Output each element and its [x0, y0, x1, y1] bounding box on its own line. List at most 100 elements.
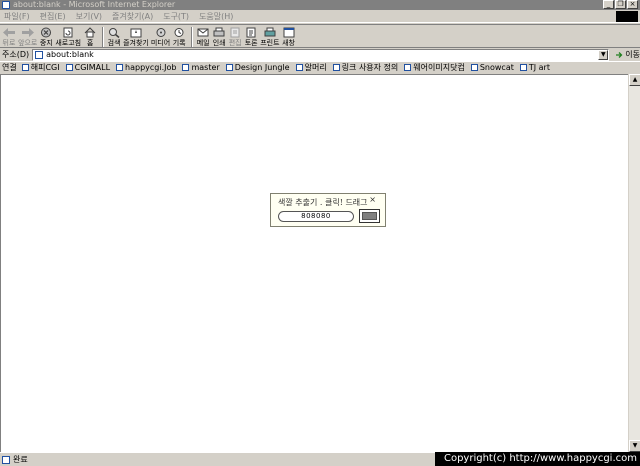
back-arrow-icon [3, 28, 15, 37]
link-page-icon [225, 64, 233, 71]
new-window-button[interactable]: 새창 [282, 25, 296, 48]
search-button[interactable]: 검색 [107, 25, 121, 48]
scroll-up-button[interactable]: ▲ [629, 74, 640, 86]
go-label: 이동 [625, 50, 640, 59]
menu-bar: 파일(F) 편집(E) 보기(V) 즐겨찾기(A) 도구(T) 도움말(H) [0, 10, 640, 23]
edit-button[interactable]: 편집 [228, 25, 242, 48]
stop-label: 중지 [39, 39, 53, 47]
color-swatch [362, 212, 377, 220]
discuss-icon [246, 27, 256, 38]
link-item[interactable]: 웨어이미지닷컴 [404, 62, 465, 73]
address-value: about:blank [46, 50, 94, 59]
link-item[interactable]: happycgi.Job [116, 63, 176, 72]
media-icon [156, 28, 166, 37]
mail-icon [197, 28, 209, 37]
minimize-button[interactable]: _ [603, 0, 614, 9]
color-swatch-button[interactable] [359, 209, 380, 223]
home-icon [84, 27, 96, 38]
link-label: 웨어이미지닷컴 [413, 63, 465, 72]
refresh-button[interactable]: 새로고침 [55, 25, 81, 48]
history-label: 기록 [172, 39, 186, 47]
discuss-label: 토론 [244, 39, 258, 47]
title-bar: about:blank - Microsoft Internet Explore… [0, 0, 640, 10]
back-label: 뒤로 [2, 39, 16, 47]
print-icon [213, 27, 225, 37]
menu-view[interactable]: 보기(V) [76, 11, 102, 22]
home-button[interactable]: 홈 [83, 25, 97, 48]
media-button[interactable]: 미디어 [151, 25, 170, 48]
widget-title: 색깔 추출기 . 클릭! 드래그 [278, 198, 368, 207]
menu-help[interactable]: 도움말(H) [199, 11, 233, 22]
back-button[interactable]: 뒤로 [2, 25, 16, 48]
standard-toolbar: 뒤로 앞으로 중지 새로고침 홈 검색 즐겨찾기 미디어 기록 메일 인쇄 편집… [0, 24, 640, 48]
page-viewport[interactable] [0, 74, 628, 452]
close-button[interactable]: × [627, 0, 638, 9]
link-item[interactable]: 링크 사용자 정의 [332, 62, 399, 73]
restore-button[interactable]: ❐ [615, 0, 626, 9]
mail-label: 메일 [196, 39, 210, 47]
menu-edit[interactable]: 편집(E) [40, 11, 66, 22]
links-bar: 연결 해피CGI CGIMALL happycgi.Job master Des… [0, 61, 640, 73]
link-label: 해피CGI [30, 63, 60, 72]
widget-close-button[interactable]: × [369, 195, 376, 204]
favorites-icon [130, 28, 142, 38]
edit-label: 편집 [228, 39, 242, 47]
link-item[interactable]: master [182, 63, 220, 72]
forward-arrow-icon [21, 28, 34, 37]
scroll-down-button[interactable]: ▼ [629, 440, 640, 452]
toolbar-separator [102, 27, 105, 47]
link-label: TJ art [528, 63, 550, 72]
discuss-button[interactable]: 토론 [244, 25, 258, 48]
color-value-field[interactable]: 808080 [278, 211, 354, 222]
stop-button[interactable]: 중지 [39, 25, 53, 48]
printer-button[interactable]: 프린트 [260, 25, 280, 48]
link-page-icon [21, 64, 29, 71]
windows-logo-icon [616, 11, 638, 22]
stop-icon [41, 27, 52, 38]
status-text: 완료 [13, 455, 28, 464]
menu-file[interactable]: 파일(F) [4, 11, 30, 22]
address-input[interactable]: about:blank ▼ [32, 48, 610, 61]
favorites-button[interactable]: 즐겨찾기 [123, 25, 149, 48]
go-arrow-icon [616, 51, 623, 58]
new-window-icon [283, 27, 295, 38]
address-dropdown-button[interactable]: ▼ [598, 49, 609, 60]
link-item[interactable]: 알머리 [295, 62, 327, 73]
address-bar: 주소(D) about:blank ▼ 이동 [0, 48, 640, 61]
forward-label: 앞으로 [18, 39, 38, 47]
mail-button[interactable]: 메일 [196, 25, 210, 48]
edit-icon [230, 27, 240, 38]
links-label: 연결 [2, 63, 17, 72]
color-picker-widget[interactable]: 색깔 추출기 . 클릭! 드래그 × 808080 [270, 193, 386, 227]
menu-tools[interactable]: 도구(T) [163, 11, 189, 22]
link-label: 링크 사용자 정의 [341, 63, 399, 72]
link-item[interactable]: 해피CGI [21, 62, 60, 73]
link-page-icon [519, 64, 527, 71]
window-title: about:blank - Microsoft Internet Explore… [13, 0, 176, 9]
menu-favorites[interactable]: 즐겨찾기(A) [112, 11, 153, 22]
refresh-label: 새로고침 [55, 39, 82, 47]
link-label: master [191, 63, 220, 72]
print-label: 인쇄 [212, 39, 226, 47]
print-button[interactable]: 인쇄 [212, 25, 226, 48]
new-window-label: 새창 [282, 39, 295, 47]
history-button[interactable]: 기록 [172, 25, 186, 48]
forward-button[interactable]: 앞으로 [18, 25, 37, 48]
printer-label: 프린트 [260, 39, 280, 47]
link-page-icon [116, 64, 124, 71]
status-page-icon [2, 455, 10, 464]
link-item[interactable]: Design Jungle [225, 63, 290, 72]
link-item[interactable]: Snowcat [470, 63, 514, 72]
link-page-icon [65, 64, 73, 71]
ie-page-icon [2, 1, 10, 9]
link-label: CGIMALL [74, 63, 111, 72]
address-label: 주소(D) [2, 50, 30, 59]
go-button[interactable]: 이동 [615, 49, 640, 60]
page-icon [35, 50, 44, 59]
window-controls: _ ❐ × [603, 0, 638, 9]
link-page-icon [470, 64, 478, 71]
vertical-scrollbar[interactable]: ▲ ▼ [628, 74, 640, 452]
link-item[interactable]: CGIMALL [65, 63, 111, 72]
link-page-icon [332, 64, 340, 71]
link-item[interactable]: TJ art [519, 63, 550, 72]
